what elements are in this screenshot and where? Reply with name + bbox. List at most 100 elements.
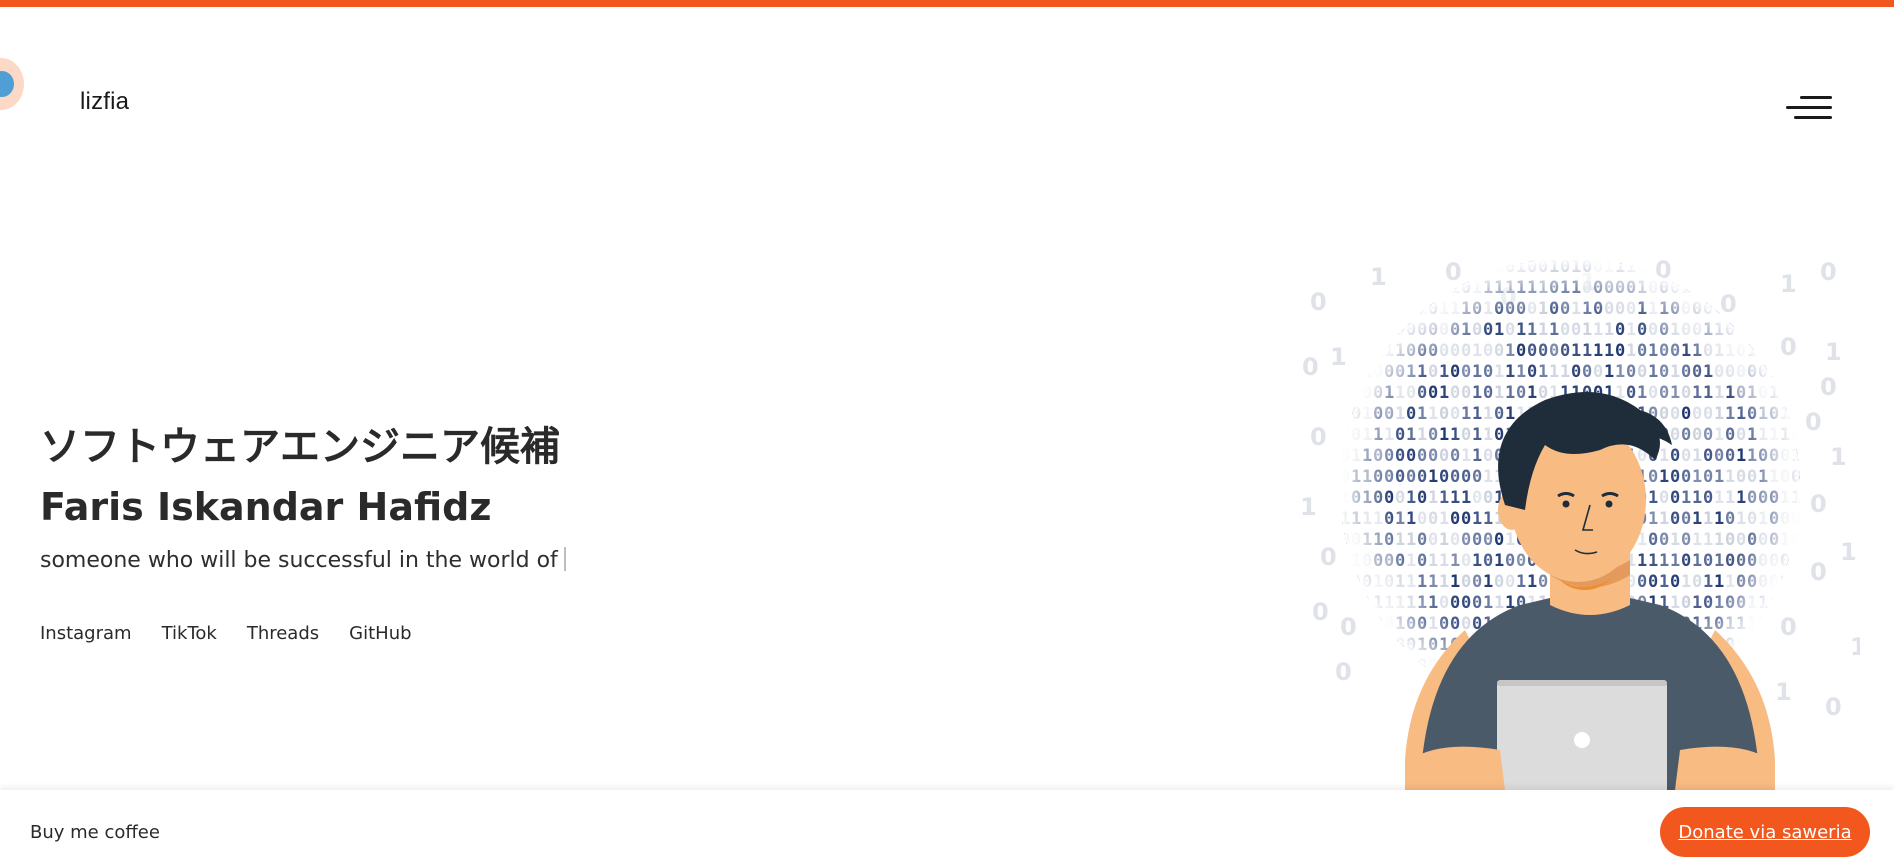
svg-text:0: 0 bbox=[1406, 299, 1416, 319]
hero-tagline-text: someone who will be successful in the wo… bbox=[40, 548, 558, 573]
svg-text:1: 1 bbox=[1825, 338, 1842, 366]
svg-text:1: 1 bbox=[1373, 698, 1383, 718]
svg-text:1: 1 bbox=[1417, 278, 1427, 298]
social-link-threads[interactable]: Threads bbox=[247, 623, 319, 644]
svg-text:0: 0 bbox=[1335, 658, 1352, 686]
svg-text:0: 0 bbox=[1384, 698, 1394, 718]
social-link-tiktok[interactable]: TikTok bbox=[162, 623, 217, 644]
svg-text:0: 0 bbox=[1758, 656, 1768, 676]
social-links: Instagram TikTok Threads GitHub bbox=[40, 623, 412, 644]
svg-text:1: 1 bbox=[1395, 278, 1405, 298]
svg-text:0: 0 bbox=[1825, 693, 1842, 721]
svg-text:1: 1 bbox=[1791, 593, 1801, 613]
svg-text:1: 1 bbox=[1791, 698, 1801, 718]
svg-text:0: 0 bbox=[1769, 260, 1779, 277]
social-link-instagram[interactable]: Instagram bbox=[40, 623, 132, 644]
svg-text:1: 1 bbox=[1362, 320, 1372, 340]
top-accent-bar bbox=[0, 0, 1894, 7]
svg-text:1: 1 bbox=[1780, 270, 1797, 298]
svg-text:1: 1 bbox=[1758, 260, 1768, 277]
svg-text:1: 1 bbox=[1840, 538, 1857, 566]
svg-text:1: 1 bbox=[1373, 299, 1383, 319]
hamburger-menu-icon[interactable] bbox=[1782, 90, 1832, 126]
social-link-github[interactable]: GitHub bbox=[349, 623, 411, 644]
svg-text:1: 1 bbox=[1747, 320, 1757, 340]
svg-text:1: 1 bbox=[1330, 343, 1347, 371]
svg-text:1: 1 bbox=[1340, 320, 1350, 340]
svg-text:1: 1 bbox=[1384, 635, 1394, 655]
svg-text:0: 0 bbox=[1362, 299, 1372, 319]
svg-text:1: 1 bbox=[1791, 677, 1801, 697]
svg-text:0: 0 bbox=[1351, 362, 1361, 382]
svg-text:1: 1 bbox=[1791, 299, 1801, 319]
svg-text:0: 0 bbox=[1340, 299, 1350, 319]
developer-with-laptop-illustration: 10010010010010010010010010010 0111000111… bbox=[1300, 260, 1860, 790]
svg-text:0: 0 bbox=[1312, 598, 1329, 626]
developer-illustration: 10010010010010010010010010010 0111000111… bbox=[1300, 260, 1860, 790]
svg-text:0: 0 bbox=[1769, 299, 1779, 319]
svg-text:1: 1 bbox=[1780, 593, 1790, 613]
menu-line-icon bbox=[1794, 116, 1832, 119]
svg-text:1: 1 bbox=[1428, 260, 1438, 277]
svg-text:1: 1 bbox=[1395, 698, 1405, 718]
menu-line-icon bbox=[1800, 96, 1832, 99]
svg-text:1: 1 bbox=[1351, 260, 1361, 277]
svg-text:1: 1 bbox=[1417, 260, 1427, 277]
svg-text:0: 0 bbox=[1805, 408, 1822, 436]
svg-text:0: 0 bbox=[1769, 614, 1779, 634]
svg-text:0: 0 bbox=[1351, 299, 1361, 319]
hero-tagline: someone who will be successful in the wo… bbox=[40, 547, 566, 573]
svg-text:1: 1 bbox=[1791, 551, 1801, 571]
svg-text:1: 1 bbox=[1395, 299, 1405, 319]
menu-line-icon bbox=[1786, 106, 1832, 109]
svg-text:0: 0 bbox=[1736, 299, 1746, 319]
svg-text:1: 1 bbox=[1775, 678, 1792, 706]
svg-text:1: 1 bbox=[1830, 443, 1847, 471]
svg-text:1: 1 bbox=[1747, 299, 1757, 319]
svg-text:0: 0 bbox=[1758, 635, 1768, 655]
svg-text:1: 1 bbox=[1692, 260, 1702, 277]
svg-text:0: 0 bbox=[1769, 278, 1779, 298]
svg-text:1: 1 bbox=[1725, 260, 1735, 277]
svg-text:0: 0 bbox=[1445, 260, 1462, 286]
footer-bar bbox=[0, 790, 1894, 867]
svg-text:1: 1 bbox=[1758, 278, 1768, 298]
svg-text:1: 1 bbox=[1340, 551, 1350, 571]
page: lizfia ソフトウェアエンジニア候補 Faris Iskandar Hafi… bbox=[0, 0, 1894, 867]
svg-text:0: 0 bbox=[1758, 320, 1768, 340]
svg-text:0: 0 bbox=[1820, 373, 1837, 401]
svg-text:1: 1 bbox=[1395, 677, 1405, 697]
svg-text:1: 1 bbox=[1780, 362, 1790, 382]
svg-text:1: 1 bbox=[1780, 656, 1790, 676]
svg-text:1: 1 bbox=[1351, 320, 1361, 340]
svg-text:0: 0 bbox=[1769, 320, 1779, 340]
svg-text:0: 0 bbox=[1736, 260, 1746, 277]
svg-text:0: 0 bbox=[1810, 558, 1827, 586]
svg-text:1: 1 bbox=[1681, 260, 1691, 277]
svg-text:1: 1 bbox=[1791, 362, 1801, 382]
svg-text:0: 0 bbox=[1373, 320, 1383, 340]
svg-text:0: 0 bbox=[1362, 341, 1372, 361]
svg-text:0: 0 bbox=[1373, 635, 1383, 655]
svg-text:0: 0 bbox=[1810, 490, 1827, 518]
svg-text:0: 0 bbox=[1384, 299, 1394, 319]
donate-button[interactable]: Donate via saweria bbox=[1660, 807, 1870, 857]
svg-text:1: 1 bbox=[1300, 493, 1317, 521]
hero-name: Faris Iskandar Hafidz bbox=[40, 485, 492, 529]
svg-text:0: 0 bbox=[1406, 260, 1416, 277]
svg-text:0: 0 bbox=[1747, 260, 1757, 277]
svg-text:0: 0 bbox=[1302, 353, 1319, 381]
svg-text:0: 0 bbox=[1406, 278, 1416, 298]
svg-text:1: 1 bbox=[1384, 677, 1394, 697]
brand-name[interactable]: lizfia bbox=[80, 88, 129, 116]
svg-text:1: 1 bbox=[1362, 656, 1372, 676]
svg-text:0: 0 bbox=[1714, 260, 1724, 277]
svg-text:1: 1 bbox=[1351, 656, 1361, 676]
svg-text:1: 1 bbox=[1340, 383, 1350, 403]
svg-text:1: 1 bbox=[1791, 383, 1801, 403]
svg-text:0: 0 bbox=[1351, 278, 1361, 298]
svg-text:0: 0 bbox=[1351, 593, 1361, 613]
svg-text:1: 1 bbox=[1406, 656, 1416, 676]
svg-text:1: 1 bbox=[1340, 698, 1350, 718]
svg-text:1: 1 bbox=[1373, 677, 1383, 697]
